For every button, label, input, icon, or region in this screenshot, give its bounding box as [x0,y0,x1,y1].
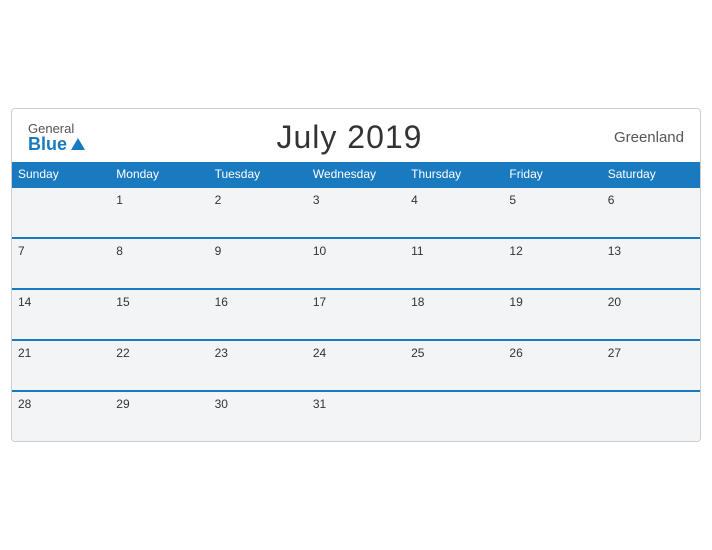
calendar-day-cell: 17 [307,289,405,340]
calendar-day-cell: 26 [503,340,601,391]
weekday-row: SundayMondayTuesdayWednesdayThursdayFrid… [12,162,700,187]
calendar-day-cell: 13 [602,238,700,289]
logo-blue-text: Blue [28,135,85,153]
calendar-week-row: 21222324252627 [12,340,700,391]
calendar-day-cell: 9 [209,238,307,289]
calendar-week-row: 123456 [12,187,700,238]
calendar-day-cell: 29 [110,391,208,441]
logo-triangle-icon [71,138,85,150]
calendar-day-cell: 14 [12,289,110,340]
calendar-container: General Blue July 2019 Greenland SundayM… [11,108,701,442]
weekday-header-friday: Friday [503,162,601,187]
calendar-title: July 2019 [276,119,422,156]
calendar-week-row: 78910111213 [12,238,700,289]
calendar-body: 1234567891011121314151617181920212223242… [12,187,700,441]
logo: General Blue [28,122,85,153]
calendar-day-cell: 15 [110,289,208,340]
calendar-day-cell: 3 [307,187,405,238]
calendar-day-cell: 28 [12,391,110,441]
calendar-day-cell: 20 [602,289,700,340]
calendar-day-cell [602,391,700,441]
calendar-day-cell: 16 [209,289,307,340]
calendar-day-cell: 4 [405,187,503,238]
calendar-day-cell: 1 [110,187,208,238]
calendar-day-cell [503,391,601,441]
calendar-day-cell: 6 [602,187,700,238]
weekday-header-sunday: Sunday [12,162,110,187]
calendar-weekday-header: SundayMondayTuesdayWednesdayThursdayFrid… [12,162,700,187]
calendar-grid: SundayMondayTuesdayWednesdayThursdayFrid… [12,162,700,441]
calendar-day-cell [405,391,503,441]
calendar-day-cell: 7 [12,238,110,289]
calendar-day-cell: 21 [12,340,110,391]
weekday-header-tuesday: Tuesday [209,162,307,187]
weekday-header-thursday: Thursday [405,162,503,187]
calendar-region: Greenland [614,129,684,146]
calendar-day-cell: 25 [405,340,503,391]
weekday-header-saturday: Saturday [602,162,700,187]
calendar-day-cell: 30 [209,391,307,441]
calendar-day-cell: 11 [405,238,503,289]
calendar-day-cell: 2 [209,187,307,238]
calendar-day-cell: 24 [307,340,405,391]
calendar-day-cell: 19 [503,289,601,340]
weekday-header-wednesday: Wednesday [307,162,405,187]
calendar-header: General Blue July 2019 Greenland [12,109,700,162]
calendar-week-row: 28293031 [12,391,700,441]
calendar-day-cell: 12 [503,238,601,289]
calendar-day-cell: 27 [602,340,700,391]
calendar-week-row: 14151617181920 [12,289,700,340]
calendar-day-cell: 8 [110,238,208,289]
calendar-day-cell [12,187,110,238]
calendar-day-cell: 31 [307,391,405,441]
calendar-day-cell: 10 [307,238,405,289]
calendar-day-cell: 5 [503,187,601,238]
calendar-day-cell: 23 [209,340,307,391]
weekday-header-monday: Monday [110,162,208,187]
calendar-day-cell: 22 [110,340,208,391]
calendar-day-cell: 18 [405,289,503,340]
